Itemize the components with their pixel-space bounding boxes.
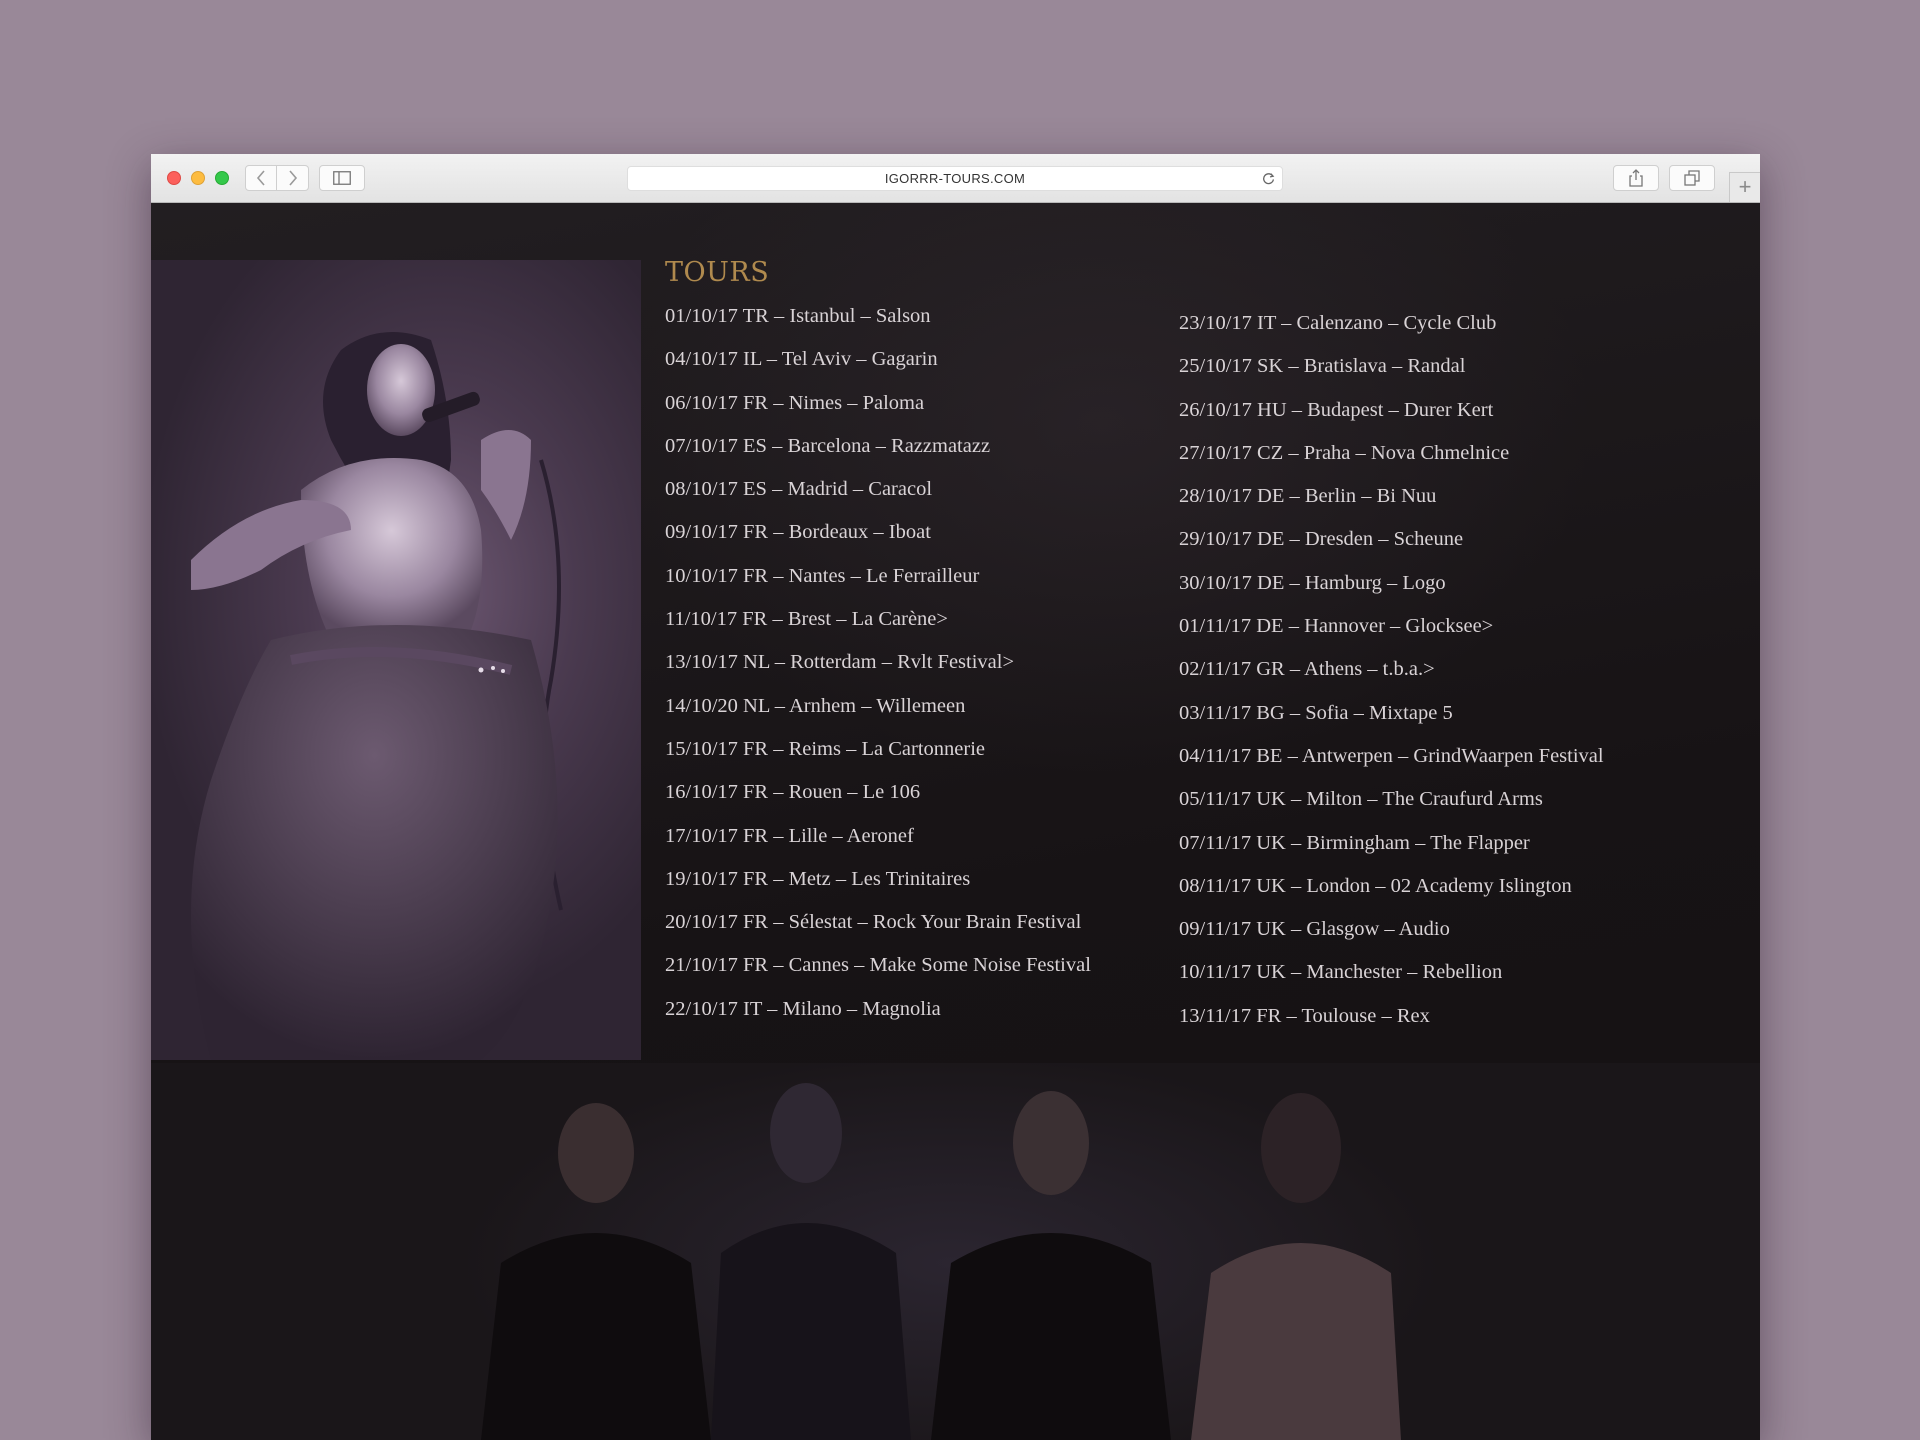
tour-date-item: 23/10/17 IT – Calenzano – Cycle Club — [1179, 312, 1497, 334]
tour-date-item: 29/10/17 DE – Dresden – Scheune — [1179, 528, 1464, 551]
tour-date-item: 20/10/17 FR – Sélestat – Rock Your Brain… — [665, 911, 1082, 934]
tour-date-item: 01/11/17 DE – Hannover – Glocksee> — [1179, 615, 1494, 638]
address-bar[interactable]: IGORRR-TOURS.COM — [627, 166, 1283, 191]
tour-date-item: 15/10/17 FR – Reims – La Cartonnerie — [665, 737, 985, 760]
page-content: TOURS 01/10/17 TR – Istanbul – Salson 04… — [151, 203, 1760, 1440]
tour-date-item: 04/10/17 IL – Tel Aviv – Gagarin — [665, 348, 938, 371]
sidebar-icon — [333, 171, 351, 185]
tour-date-item: 08/11/17 UK – London – 02 Academy Isling… — [1179, 874, 1572, 897]
singer-photo — [151, 260, 641, 1060]
tour-date-item: 26/10/17 HU – Budapest – Durer Kert — [1179, 398, 1494, 421]
tour-date-item: 30/10/17 DE – Hamburg – Logo — [1179, 571, 1446, 594]
tour-date-item: 19/10/17 FR – Metz – Les Trinitaires — [665, 867, 971, 890]
chevron-right-icon — [288, 170, 297, 186]
singer-photo-illustration — [191, 332, 563, 1060]
tour-date-item: 22/10/17 IT – Milano – Magnolia — [665, 997, 941, 1020]
tour-date-item: 02/11/17 GR – Athens – t.b.a.> — [1179, 658, 1435, 681]
tour-date-item: 13/11/17 FR – Toulouse – Rex — [1179, 1004, 1430, 1027]
tour-date-item: 11/10/17 FR – Brest – La Carène> — [665, 608, 948, 631]
tour-date-item: 21/10/17 FR – Cannes – Make Some Noise F… — [665, 954, 1091, 977]
tour-date-item: 05/11/17 UK – Milton – The Craufurd Arms — [1179, 788, 1543, 811]
tour-date-item: 27/10/17 CZ – Praha – Nova Chmelnice — [1179, 441, 1510, 464]
show-tabs-button[interactable] — [1669, 165, 1715, 191]
minimize-window-button[interactable] — [191, 171, 205, 185]
maximize-window-button[interactable] — [215, 171, 229, 185]
reload-icon[interactable] — [1261, 171, 1276, 186]
tour-date-item: 09/11/17 UK – Glasgow – Audio — [1179, 918, 1450, 941]
tour-date-item: 14/10/20 NL – Arnhem – Willemeen — [665, 694, 966, 717]
url-text: IGORRR-TOURS.COM — [884, 171, 1026, 186]
browser-window: IGORRR-TOURS.COM + TOURS 01/10/17 TR – I… — [151, 154, 1760, 1440]
new-tab-button[interactable]: + — [1729, 172, 1760, 202]
share-icon — [1629, 169, 1643, 187]
tour-list-left: 01/10/17 TR – Istanbul – Salson 04/10/17… — [665, 301, 1091, 1037]
tour-date-item: 07/11/17 UK – Birmingham – The Flapper — [1179, 831, 1530, 854]
plus-icon: + — [1738, 174, 1752, 199]
tour-date-item: 10/11/17 UK – Manchester – Rebellion — [1179, 961, 1503, 984]
browser-toolbar: IGORRR-TOURS.COM + — [151, 154, 1760, 203]
tour-list-right: 23/10/17 IT – Calenzano – Cycle Club 25/… — [1179, 308, 1604, 1044]
tabs-overview-icon — [1684, 170, 1700, 186]
back-button[interactable] — [245, 165, 277, 191]
band-photo — [151, 1063, 1760, 1440]
sidebar-toggle-button[interactable] — [319, 165, 365, 191]
tour-date-item: 09/10/17 FR – Bordeaux – Iboat — [665, 521, 931, 544]
tours-title: TOURS — [665, 257, 770, 288]
tour-date-item: 17/10/17 FR – Lille – Aeronef — [665, 824, 914, 847]
close-window-button[interactable] — [167, 171, 181, 185]
tour-date-item: 16/10/17 FR – Rouen – Le 106 — [665, 781, 921, 804]
tour-date-item: 01/10/17 TR – Istanbul – Salson — [665, 305, 931, 327]
tour-date-item: 13/10/17 NL – Rotterdam – Rvlt Festival> — [665, 651, 1015, 674]
tour-date-item: 04/11/17 BE – Antwerpen – GrindWaarpen F… — [1179, 744, 1604, 767]
tour-date-item: 06/10/17 FR – Nimes – Paloma — [665, 391, 925, 414]
chevron-left-icon — [256, 170, 265, 186]
share-button[interactable] — [1613, 165, 1659, 191]
tour-date-item: 28/10/17 DE – Berlin – Bi Nuu — [1179, 485, 1437, 508]
tour-date-item: 08/10/17 ES – Madrid – Caracol — [665, 478, 933, 501]
band-photo-illustration — [481, 1083, 1401, 1440]
tour-date-item: 03/11/17 BG – Sofia – Mixtape 5 — [1179, 701, 1453, 724]
tour-date-item: 25/10/17 SK – Bratislava – Randal — [1179, 355, 1466, 378]
tour-date-item: 07/10/17 ES – Barcelona – Razzmatazz — [665, 434, 991, 457]
forward-button[interactable] — [277, 165, 309, 191]
tour-date-item: 10/10/17 FR – Nantes – Le Ferrailleur — [665, 564, 980, 587]
